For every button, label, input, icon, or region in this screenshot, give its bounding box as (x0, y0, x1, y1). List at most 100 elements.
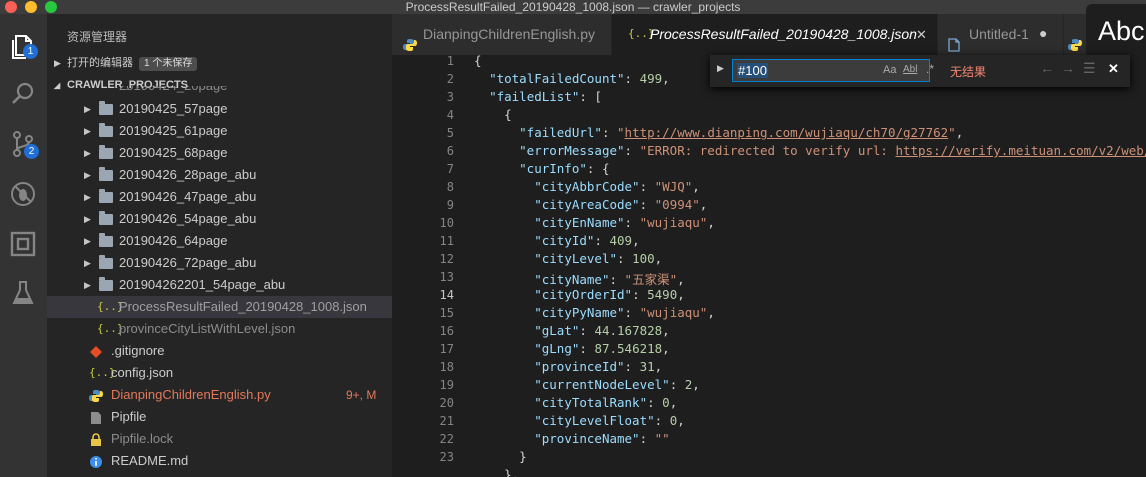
code-line[interactable]: "cityAbbrCode": "WJQ", (474, 179, 700, 194)
code-line[interactable]: "cityOrderId": 5490, (474, 287, 685, 302)
code-editor[interactable]: 1 {2 "totalFailedCount": 499, 3 "failedLis… (392, 55, 1146, 477)
tree-file[interactable]: Pipfile.lock (47, 428, 392, 450)
tree-folder[interactable]: ▶ 20190426_28page_abu (47, 164, 392, 186)
tree-item-label: provinceCityListWithLevel.json (119, 321, 296, 336)
line-number: 22 (439, 432, 454, 446)
tree-item-label: README.md (111, 453, 189, 468)
chevron-right-icon: ▶ (84, 236, 91, 246)
code-line[interactable]: "cityLevelFloat": 0, (474, 413, 685, 428)
code-line[interactable]: { (474, 107, 512, 122)
code-line[interactable]: "cityId": 409, (474, 233, 639, 248)
next-match-icon[interactable]: → (1061, 60, 1075, 76)
tab-python-more[interactable] (1064, 14, 1086, 55)
code-line[interactable]: { (474, 55, 482, 68)
tree-file[interactable]: {..} ProcessResultFailed_20190428_1008.js… (47, 296, 392, 318)
code-line[interactable]: } (474, 449, 527, 464)
line-number: 4 (446, 108, 454, 122)
toggle-replace-icon[interactable]: ▶ (717, 63, 724, 74)
tab-dianping-py[interactable]: DianpingChildrenEnglish.py (392, 14, 611, 55)
tree-item-label: 20190425_61page (119, 123, 228, 138)
line-number: 11 (439, 234, 454, 248)
extensions-icon[interactable] (8, 229, 38, 259)
regex-button[interactable]: .* (926, 62, 934, 76)
line-number: 20 (439, 396, 454, 410)
tree-file[interactable]: {..} provinceCityListWithLevel.json (47, 318, 392, 340)
code-line[interactable]: "failedUrl": "http://www.dianping.com/wu… (474, 125, 963, 140)
tree-folder[interactable]: ▶ 20190426_54page_abu (47, 208, 392, 230)
tree-item-label: 20190426_72page_abu (119, 255, 257, 270)
code-line[interactable]: "provinceName": "" (474, 431, 669, 446)
tree-item-label: Pipfile (111, 409, 147, 424)
code-line[interactable]: "curInfo": { (474, 161, 609, 176)
list-item[interactable]: 20190424_20page (47, 86, 392, 98)
tree-item-label: DianpingChildrenEnglish.py (111, 387, 271, 402)
title-bar: ProcessResultFailed_20190428_1008.json —… (0, 0, 1146, 14)
tree-file[interactable]: DianpingChildrenEnglish.py 9+, M (47, 384, 392, 406)
folder-icon (99, 233, 113, 247)
source-control-badge: 2 (24, 144, 39, 159)
line-number: 1 (446, 55, 454, 68)
line-number: 12 (439, 252, 454, 266)
code-line[interactable]: }, (474, 467, 519, 477)
tab-untitled[interactable]: Untitled-1 ● (938, 14, 1063, 55)
code-line[interactable]: "cityPyName": "wujiaqu", (474, 305, 715, 320)
tree-folder[interactable]: ▶ 20190426_72page_abu (47, 252, 392, 274)
unsaved-dot-icon[interactable]: ● (1039, 13, 1047, 54)
close-tab-icon[interactable]: ✕ (916, 14, 927, 55)
tree-item-label: ProcessResultFailed_20190428_1008.json (119, 299, 367, 314)
chevron-right-icon: ▶ (84, 192, 91, 202)
tree-file[interactable]: .gitignore (47, 340, 392, 362)
tree-file[interactable]: README.md (47, 450, 392, 472)
tree-folder[interactable]: ▶ 201904262201_54page_abu (47, 274, 392, 296)
tree-folder[interactable]: ▶ 20190425_57page (47, 98, 392, 120)
debug-icon[interactable] (8, 179, 38, 209)
match-case-button[interactable]: Aa (883, 64, 896, 76)
editor-tabs: DianpingChildrenEnglish.py {..} ProcessR… (392, 4, 1146, 58)
line-number: 10 (439, 216, 454, 230)
code-line[interactable]: "totalFailedCount": 499, (474, 71, 670, 86)
code-line[interactable]: "currentNodeLevel": 2, (474, 377, 700, 392)
code-line[interactable]: "failedList": [ (474, 89, 602, 104)
match-word-button[interactable]: Abl (903, 64, 917, 75)
tree-item-label: config.json (111, 365, 174, 380)
find-input[interactable]: #100 Aa Abl .* (732, 59, 934, 82)
line-number: 3 (446, 90, 454, 104)
chevron-right-icon: ▶ (84, 104, 91, 114)
source-control-icon[interactable]: 2 (8, 129, 39, 159)
line-number: 2 (446, 72, 454, 86)
folder-icon (99, 189, 113, 203)
close-find-icon[interactable]: ✕ (1108, 61, 1119, 77)
json-icon: {..} (97, 322, 124, 335)
tree-folder[interactable]: ▶ 20190425_68page (47, 142, 392, 164)
explorer-sidebar: 资源管理器 ▶ 打开的编辑器 1 个未保存 ◢ CRAWLER_PROJECTS … (47, 14, 392, 477)
code-line[interactable]: "errorMessage": "ERROR: redirected to ve… (474, 143, 1146, 158)
code-line[interactable]: "gLng": 87.546218, (474, 341, 669, 356)
previous-match-icon[interactable]: ← (1040, 60, 1054, 76)
line-number: 21 (439, 414, 454, 428)
code-line[interactable]: "provinceId": 31, (474, 359, 662, 374)
chevron-right-icon: ▶ (84, 126, 91, 136)
tree-file[interactable]: Pipfile (47, 406, 392, 428)
find-in-selection-icon[interactable]: ☰ (1083, 60, 1096, 77)
code-line[interactable]: "cityAreaCode": "0994", (474, 197, 707, 212)
explorer-icon[interactable]: 1 (8, 31, 38, 61)
code-line[interactable]: "gLat": 44.167828, (474, 323, 669, 338)
open-editors-section[interactable]: ▶ 打开的编辑器 1 个未保存 (47, 53, 392, 74)
code-line[interactable]: "cityTotalRank": 0, (474, 395, 677, 410)
tree-item-label: 20190426_64page (119, 233, 228, 248)
code-line[interactable]: "cityEnName": "wujiaqu", (474, 215, 715, 230)
search-icon[interactable] (8, 79, 38, 109)
flask-icon[interactable] (8, 278, 38, 308)
tab-json-active[interactable]: {..} ProcessResultFailed_20190428_1008.j… (612, 14, 937, 55)
code-line[interactable]: "cityLevel": 100, (474, 251, 662, 266)
tree-file[interactable]: {..} config.json (47, 362, 392, 384)
tree-folder[interactable]: ▶ 20190425_61page (47, 120, 392, 142)
line-number: 6 (446, 144, 454, 158)
chevron-right-icon: ▶ (84, 214, 91, 224)
code-line[interactable]: "cityName": "五家渠", (474, 269, 684, 288)
window-title: ProcessResultFailed_20190428_1008.json —… (405, 0, 741, 14)
activity-bar: 1 2 (0, 14, 47, 477)
tree-item-label: 20190426_28page_abu (119, 167, 257, 182)
tree-folder[interactable]: ▶ 20190426_47page_abu (47, 186, 392, 208)
tree-folder[interactable]: ▶ 20190426_64page (47, 230, 392, 252)
